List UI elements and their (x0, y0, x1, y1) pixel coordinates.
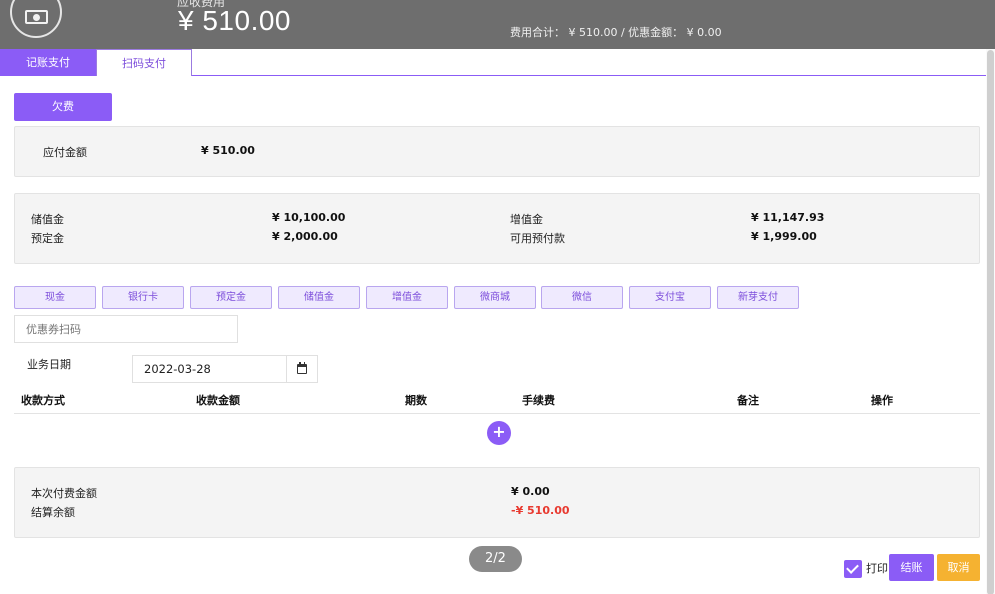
pay-xinya-button[interactable]: 新芽支付 (717, 286, 799, 309)
date-picker-button[interactable] (286, 355, 318, 383)
calendar-icon (297, 362, 307, 374)
column-amount: 收款金额 (196, 394, 240, 407)
header-bar: 应收费用 ¥ 510.00 费用合计： ¥ 510.00 / 优惠金额： ¥ 0… (0, 0, 995, 49)
column-remarks: 备注 (737, 394, 759, 407)
stored-value-label: 储值金 (31, 213, 64, 226)
pay-bank-card-button[interactable]: 银行卡 (102, 286, 184, 309)
scrollbar-thumb[interactable] (987, 50, 994, 594)
amount-due-value: ¥ 510.00 (201, 144, 255, 157)
column-payment-method: 收款方式 (21, 394, 65, 407)
settlement-balance-value: -¥ 510.00 (511, 504, 570, 517)
tab-scan-payment[interactable]: 扫码支付 (96, 49, 192, 76)
page-indicator: 2/2 (469, 546, 522, 572)
fee-summary: 费用合计： ¥ 510.00 / 优惠金额： ¥ 0.00 (510, 26, 722, 39)
settlement-balance-label: 结算余额 (31, 506, 75, 519)
cancel-button[interactable]: 取消 (937, 554, 980, 581)
table-divider (14, 413, 980, 414)
current-payment-value: ¥ 0.00 (511, 485, 550, 498)
add-row-button[interactable]: + (487, 421, 511, 445)
payment-tabs: 记账支付 扫码支付 (0, 49, 995, 76)
arrears-button[interactable]: 欠费 (14, 93, 112, 121)
balance-panel: 储值金 ¥ 10,100.00 预定金 ¥ 2,000.00 增值金 ¥ 11,… (14, 193, 980, 264)
pay-stored-value-button[interactable]: 储值金 (278, 286, 360, 309)
pay-micro-mall-button[interactable]: 微商城 (454, 286, 536, 309)
money-icon (10, 0, 62, 38)
current-payment-label: 本次付费金额 (31, 487, 97, 500)
column-fee: 手续费 (522, 394, 555, 407)
pay-cash-button[interactable]: 现金 (14, 286, 96, 309)
pay-alipay-button[interactable]: 支付宝 (629, 286, 711, 309)
business-date-input[interactable]: 2022-03-28 (132, 355, 287, 383)
vertical-scrollbar[interactable] (986, 49, 995, 594)
deposit-amount: ¥ 2,000.00 (272, 230, 338, 243)
coupon-scan-input[interactable] (14, 315, 238, 343)
plus-icon: + (492, 422, 506, 441)
bonus-value-amount: ¥ 11,147.93 (751, 211, 825, 224)
business-date-label: 业务日期 (27, 358, 71, 371)
receivable-amount: ¥ 510.00 (178, 5, 291, 36)
available-prepay-label: 可用预付款 (510, 232, 565, 245)
stored-value-amount: ¥ 10,100.00 (272, 211, 346, 224)
deposit-label: 预定金 (31, 232, 64, 245)
tab-account-payment[interactable]: 记账支付 (0, 49, 96, 76)
pay-bonus-value-button[interactable]: 增值金 (366, 286, 448, 309)
pay-wechat-button[interactable]: 微信 (541, 286, 623, 309)
amount-due-label: 应付金额 (43, 146, 87, 159)
print-label: 打印 (866, 562, 888, 575)
print-checkbox[interactable] (844, 560, 862, 578)
available-prepay-amount: ¥ 1,999.00 (751, 230, 817, 243)
bonus-value-label: 增值金 (510, 213, 543, 226)
column-installments: 期数 (405, 394, 427, 407)
column-actions: 操作 (871, 394, 893, 407)
settlement-summary-panel: 本次付费金额 ¥ 0.00 结算余额 -¥ 510.00 (14, 467, 980, 538)
pay-deposit-button[interactable]: 预定金 (190, 286, 272, 309)
amount-due-panel: 应付金额 ¥ 510.00 (14, 126, 980, 177)
settle-button[interactable]: 结账 (889, 554, 934, 581)
